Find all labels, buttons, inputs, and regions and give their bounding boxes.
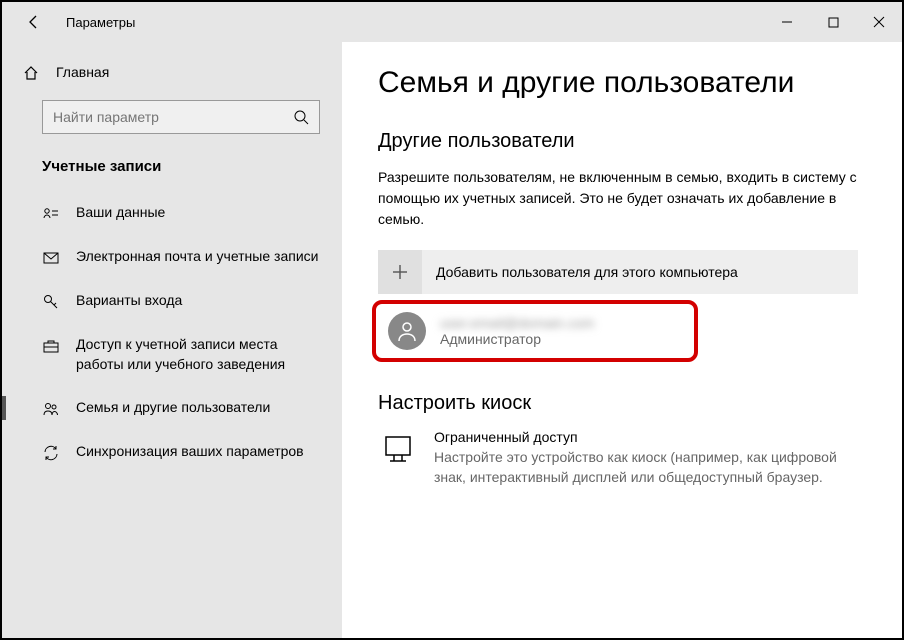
- sidebar-item-label: Семья и другие пользователи: [76, 398, 270, 418]
- user-email: user.email@domain.com: [440, 315, 594, 331]
- people-icon: [42, 400, 60, 418]
- sidebar-section-title: Учетные записи: [2, 148, 342, 191]
- close-button[interactable]: [856, 2, 902, 42]
- user-role: Администратор: [440, 331, 594, 347]
- titlebar: Параметры: [2, 2, 902, 42]
- user-account-row[interactable]: user.email@domain.com Администратор: [378, 306, 858, 356]
- sidebar: Главная Учетные записи Ваши данные: [2, 42, 342, 638]
- sidebar-item-family[interactable]: Семья и другие пользователи: [2, 386, 342, 430]
- mail-icon: [42, 249, 60, 267]
- sidebar-item-email[interactable]: Электронная почта и учетные записи: [2, 235, 342, 279]
- window-title: Параметры: [66, 15, 135, 30]
- kiosk-row[interactable]: Ограниченный доступ Настройте это устрой…: [378, 429, 858, 488]
- search-box[interactable]: [42, 100, 320, 134]
- person-card-icon: [42, 205, 60, 223]
- content-area: Семья и другие пользователи Другие польз…: [342, 42, 902, 638]
- page-title: Семья и другие пользователи: [378, 66, 866, 100]
- sidebar-item-label: Варианты входа: [76, 291, 182, 311]
- plus-icon: [378, 250, 422, 294]
- monitor-icon: [378, 429, 418, 469]
- sidebar-item-sync[interactable]: Синхронизация ваших параметров: [2, 430, 342, 474]
- sidebar-item-label: Ваши данные: [76, 203, 165, 223]
- other-users-description: Разрешите пользователям, не включенным в…: [378, 167, 858, 230]
- briefcase-icon: [42, 337, 60, 355]
- close-icon: [873, 16, 885, 28]
- sidebar-item-signin[interactable]: Варианты входа: [2, 279, 342, 323]
- key-icon: [42, 293, 60, 311]
- search-input[interactable]: [53, 109, 293, 125]
- home-icon: [22, 64, 40, 82]
- sidebar-item-work[interactable]: Доступ к учетной записи места работы или…: [2, 323, 342, 386]
- kiosk-header: Настроить киоск: [378, 392, 866, 415]
- sidebar-item-label: Электронная почта и учетные записи: [76, 247, 318, 267]
- kiosk-description: Настройте это устройство как киоск (напр…: [434, 447, 858, 488]
- arrow-left-icon: [26, 14, 42, 30]
- minimize-icon: [781, 16, 793, 28]
- person-icon: [395, 319, 419, 343]
- avatar: [388, 312, 426, 350]
- add-user-button[interactable]: Добавить пользователя для этого компьюте…: [378, 250, 858, 294]
- sync-icon: [42, 444, 60, 462]
- other-users-header: Другие пользователи: [378, 130, 866, 153]
- home-label: Главная: [56, 64, 109, 80]
- maximize-icon: [828, 17, 839, 28]
- kiosk-title: Ограниченный доступ: [434, 429, 858, 445]
- add-user-label: Добавить пользователя для этого компьюте…: [436, 264, 738, 280]
- sidebar-item-label: Доступ к учетной записи места работы или…: [76, 335, 322, 374]
- home-link[interactable]: Главная: [2, 54, 342, 90]
- sidebar-item-label: Синхронизация ваших параметров: [76, 442, 304, 462]
- maximize-button[interactable]: [810, 2, 856, 42]
- sidebar-item-your-info[interactable]: Ваши данные: [2, 191, 342, 235]
- minimize-button[interactable]: [764, 2, 810, 42]
- settings-window: Параметры Главная: [0, 0, 904, 640]
- back-button[interactable]: [22, 10, 46, 34]
- search-icon: [293, 109, 309, 125]
- window-controls: [764, 2, 902, 42]
